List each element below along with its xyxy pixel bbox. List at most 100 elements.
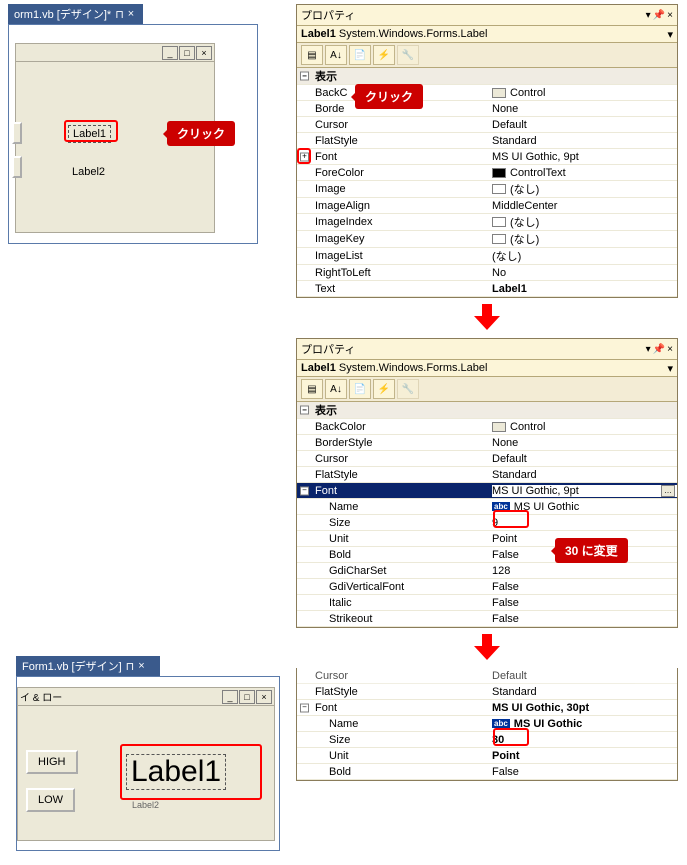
form-window[interactable]: イ & ロー _ □ × HIGH LOW Label1 Label2 xyxy=(17,687,275,841)
highlight-box xyxy=(493,510,529,528)
prop-backcolor[interactable]: BackColorControl xyxy=(297,419,677,435)
low-button[interactable]: LOW xyxy=(26,788,75,812)
prop-cursor[interactable]: CursorDefault xyxy=(297,117,677,133)
prop-font[interactable]: +FontMS UI Gothic, 9pt xyxy=(297,149,677,165)
close-button[interactable]: × xyxy=(196,46,212,60)
collapse-icon[interactable]: − xyxy=(300,703,309,712)
highlight-box xyxy=(64,120,118,142)
alphabetical-button[interactable]: A↓ xyxy=(325,45,347,65)
callout-click: クリック xyxy=(355,84,423,109)
pin-icon[interactable]: 📌 xyxy=(653,10,665,21)
collapse-icon[interactable]: − xyxy=(300,72,309,81)
prop-borderstyle[interactable]: BorderStyleNone xyxy=(297,435,677,451)
property-grid[interactable]: −表示 BackColorControl BorderStyleNone Cur… xyxy=(297,402,677,627)
property-pages-button[interactable]: 🔧 xyxy=(397,45,419,65)
property-grid[interactable]: −表示 BackCControl BordeNone CursorDefault… xyxy=(297,68,677,297)
panel-title: プロパティ xyxy=(301,7,355,23)
prop-font-italic[interactable]: ItalicFalse xyxy=(297,595,677,611)
prop-imageindex[interactable]: ImageIndex(なし) xyxy=(297,214,677,231)
dropdown-icon[interactable]: ▾ xyxy=(646,10,651,21)
property-pages-button[interactable]: 🔧 xyxy=(397,379,419,399)
prop-imagekey[interactable]: ImageKey(なし) xyxy=(297,231,677,248)
maximize-button[interactable]: □ xyxy=(179,46,195,60)
prop-image[interactable]: Image(なし) xyxy=(297,181,677,198)
prop-righttoleft[interactable]: RightToLeftNo xyxy=(297,265,677,281)
high-button[interactable]: HIGH xyxy=(26,750,78,774)
pin-icon[interactable]: 📌 xyxy=(653,344,665,355)
category-row[interactable]: −表示 xyxy=(297,402,677,419)
object-selector[interactable]: Label1 System.Windows.Forms.Label ▾ xyxy=(297,26,677,43)
object-selector[interactable]: Label1 System.Windows.Forms.Label ▾ xyxy=(297,360,677,377)
down-arrow-icon xyxy=(296,304,678,332)
prop-forecolor[interactable]: ForeColorControlText xyxy=(297,165,677,181)
dropdown-icon[interactable]: ▾ xyxy=(667,28,673,41)
dropdown-icon[interactable]: ▾ xyxy=(646,344,651,355)
prop-flatstyle[interactable]: FlatStyleStandard xyxy=(297,133,677,149)
close-icon[interactable]: × xyxy=(667,10,673,21)
close-button[interactable]: × xyxy=(256,690,272,704)
minimize-button[interactable]: _ xyxy=(162,46,178,60)
abc-tag-icon: abc xyxy=(492,719,510,728)
categorized-button[interactable]: ▤ xyxy=(301,379,323,399)
button-edge[interactable] xyxy=(12,122,22,144)
categorized-button[interactable]: ▤ xyxy=(301,45,323,65)
prop-imagealign[interactable]: ImageAlignMiddleCenter xyxy=(297,198,677,214)
designer-surface[interactable]: _ □ × Label1 Label2 クリック xyxy=(8,24,258,244)
close-icon[interactable]: × xyxy=(128,8,134,20)
prop-font-name[interactable]: NameabcMS UI Gothic xyxy=(297,499,677,515)
prop-font-size[interactable]: Size9 xyxy=(297,515,677,531)
prop-font[interactable]: −FontMS UI Gothic, 30pt xyxy=(297,700,677,716)
ellipsis-button[interactable]: … xyxy=(661,485,675,497)
dropdown-icon[interactable]: ▾ xyxy=(667,362,673,375)
close-icon[interactable]: × xyxy=(667,344,673,355)
events-button[interactable]: ⚡ xyxy=(373,45,395,65)
collapse-icon[interactable]: − xyxy=(300,486,309,495)
category-row[interactable]: −表示 xyxy=(297,68,677,85)
properties-panel: プロパティ ▾ 📌 × Label1 System.Windows.Forms.… xyxy=(296,4,678,298)
label2: Label2 xyxy=(72,166,105,178)
collapse-icon[interactable]: − xyxy=(300,406,309,415)
close-icon[interactable]: × xyxy=(138,660,144,672)
prop-font[interactable]: −FontMS UI Gothic, 9pt… xyxy=(297,483,677,499)
prop-flatstyle[interactable]: FlatStyleStandard xyxy=(297,684,677,700)
minimize-button[interactable]: _ xyxy=(222,690,238,704)
properties-panel-partial: CursorDefault FlatStyleStandard −FontMS … xyxy=(296,668,678,781)
prop-cursor[interactable]: CursorDefault xyxy=(297,668,677,684)
prop-font-strikeout[interactable]: StrikeoutFalse xyxy=(297,611,677,627)
color-swatch xyxy=(492,88,506,98)
properties-panel: プロパティ ▾ 📌 × Label1 System.Windows.Forms.… xyxy=(296,338,678,628)
image-swatch xyxy=(492,234,506,244)
properties-button[interactable]: 📄 xyxy=(349,379,371,399)
panel-title: プロパティ xyxy=(301,341,355,357)
prop-text[interactable]: TextLabel1 xyxy=(297,281,677,297)
callout-change30: 30 に変更 xyxy=(555,538,628,563)
callout-click: クリック xyxy=(167,121,235,146)
pin-icon[interactable]: ⊓ xyxy=(115,8,124,21)
prop-font-size[interactable]: Size30 xyxy=(297,732,677,748)
panel-header[interactable]: プロパティ ▾ 📌 × xyxy=(297,5,677,26)
prop-font-gdicharset[interactable]: GdiCharSet128 xyxy=(297,563,677,579)
maximize-button[interactable]: □ xyxy=(239,690,255,704)
prop-font-bold[interactable]: BoldFalse xyxy=(297,764,677,780)
events-button[interactable]: ⚡ xyxy=(373,379,395,399)
form-title-text: イ & ロー xyxy=(20,689,62,704)
prop-font-gdivertical[interactable]: GdiVerticalFontFalse xyxy=(297,579,677,595)
document-tab[interactable]: orm1.vb [デザイン]* ⊓ × xyxy=(8,4,143,24)
form-titlebar[interactable]: イ & ロー _ □ × xyxy=(18,688,274,706)
alphabetical-button[interactable]: A↓ xyxy=(325,379,347,399)
button-edge[interactable] xyxy=(12,156,22,178)
properties-button[interactable]: 📄 xyxy=(349,45,371,65)
prop-imagelist[interactable]: ImageList(なし) xyxy=(297,248,677,265)
form-titlebar[interactable]: _ □ × xyxy=(16,44,214,62)
prop-font-name[interactable]: NameabcMS UI Gothic xyxy=(297,716,677,732)
prop-font-unit[interactable]: UnitPoint xyxy=(297,748,677,764)
property-grid[interactable]: CursorDefault FlatStyleStandard −FontMS … xyxy=(297,668,677,780)
prop-cursor[interactable]: CursorDefault xyxy=(297,451,677,467)
prop-borderstyle[interactable]: BordeNone xyxy=(297,101,677,117)
document-tab[interactable]: Form1.vb [デザイン] ⊓ × xyxy=(16,656,160,676)
pin-icon[interactable]: ⊓ xyxy=(126,660,135,673)
prop-flatstyle[interactable]: FlatStyleStandard xyxy=(297,467,677,483)
image-swatch xyxy=(492,184,506,194)
designer-surface[interactable]: イ & ロー _ □ × HIGH LOW Label1 Label2 xyxy=(16,676,280,851)
panel-header[interactable]: プロパティ ▾ 📌 × xyxy=(297,339,677,360)
